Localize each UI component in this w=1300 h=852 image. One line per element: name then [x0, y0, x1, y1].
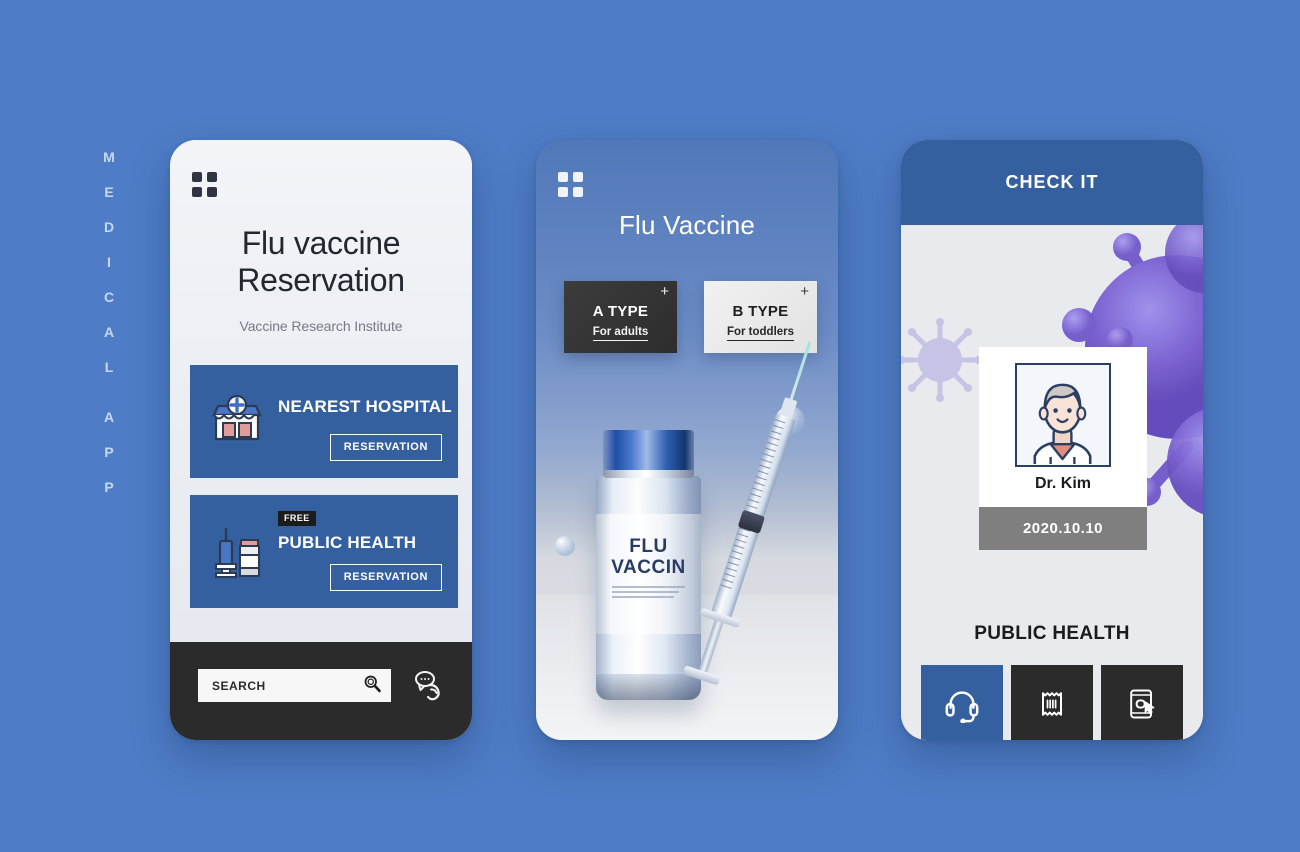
id-card-name: Dr. Kim — [1034, 475, 1091, 492]
phone1-bottom-bar: SEARCH — [170, 642, 472, 740]
page-subtitle: Vaccine Research Institute — [239, 318, 403, 334]
phone3-header: CHECK IT — [901, 140, 1203, 225]
page-title-line2: Reservation — [237, 262, 405, 298]
card-public-health[interactable]: FREE PUBLIC HEALTH RESERVATION — [190, 495, 458, 608]
side-label-letter: I — [107, 254, 111, 270]
side-label-letter: A — [103, 324, 115, 340]
grid-menu-icon[interactable] — [192, 172, 218, 198]
vial-cap — [603, 430, 694, 470]
side-label-letter: E — [104, 184, 114, 200]
reservation-button[interactable]: RESERVATION — [329, 434, 442, 461]
syringe-plunger-rod — [697, 620, 724, 675]
phone3-content: Dr. Kim 2020.10.10 PUBLIC HEALTH — [901, 225, 1203, 740]
vaccine-vial-illustration: FLU VACCIN — [596, 430, 701, 700]
side-label-letter: P — [104, 444, 114, 460]
phone-screen-check-it: CHECK IT Dr. Kim 2020.10.10 PUBLIC HEALT… — [901, 140, 1203, 740]
id-card-body: Dr. Kim — [979, 347, 1147, 507]
receipt-button[interactable] — [1011, 665, 1093, 740]
vial-label-fineprint — [612, 586, 685, 601]
side-label-letter: P — [104, 479, 114, 495]
search-input-value: SEARCH — [212, 678, 266, 693]
type-card-desc: For adults — [564, 326, 677, 341]
type-card-name: A TYPE — [592, 303, 649, 320]
type-card-b[interactable]: + B TYPE For toddlers — [704, 281, 817, 353]
water-droplet-decoration — [555, 536, 575, 556]
vial-label: FLU VACCIN — [596, 514, 701, 634]
vial-label-line2: VACCIN — [611, 557, 686, 578]
search-input[interactable]: SEARCH — [198, 669, 391, 702]
type-card-a[interactable]: + A TYPE For adults — [564, 281, 677, 353]
mobile-touch-icon — [1124, 686, 1160, 727]
action-button-row — [921, 665, 1183, 740]
mobile-touch-button[interactable] — [1101, 665, 1183, 740]
card-nearest-hospital[interactable]: NEAREST HOSPITAL RESERVATION — [190, 365, 458, 478]
section-label: PUBLIC HEALTH — [974, 623, 1130, 644]
side-label-medical-app: M E D I C A L A P P — [96, 150, 122, 515]
phone-screen-vaccine-type: Flu Vaccine + A TYPE For adults + B TYPE… — [536, 140, 838, 740]
phone1-content: Flu vaccine Reservation Vaccine Research… — [170, 140, 472, 642]
card-title: PUBLIC HEALTH — [278, 533, 417, 552]
phone-screen-reservation: Flu vaccine Reservation Vaccine Research… — [170, 140, 472, 740]
page-title: CHECK IT — [1005, 172, 1099, 192]
side-label-letter: M — [103, 149, 115, 165]
side-label-letter: C — [103, 289, 115, 305]
card-title: NEAREST HOSPITAL — [278, 397, 452, 416]
doctor-portrait-icon — [1015, 363, 1111, 468]
search-icon[interactable] — [362, 673, 383, 699]
page-title: Flu vaccine Reservation — [170, 225, 472, 299]
receipt-icon — [1034, 686, 1070, 727]
virus-flat-decoration — [901, 317, 983, 403]
vial-label-line1: FLU — [629, 536, 668, 557]
add-icon[interactable]: + — [660, 284, 669, 299]
page-title-line1: Flu vaccine — [241, 225, 401, 261]
add-icon[interactable]: + — [800, 284, 809, 299]
side-label-letter: L — [104, 359, 114, 375]
type-card-desc: For toddlers — [704, 326, 817, 341]
phone-support-icon[interactable] — [410, 668, 446, 704]
app-mockup-stage: M E D I C A L A P P Flu vaccine Reservat… — [0, 0, 1300, 852]
reservation-button[interactable]: RESERVATION — [329, 564, 442, 591]
hospital-icon — [208, 393, 266, 451]
free-badge: FREE — [278, 511, 316, 526]
headset-icon — [943, 685, 981, 728]
vaccination-id-card[interactable]: Dr. Kim 2020.10.10 — [979, 347, 1147, 550]
type-card-name: B TYPE — [732, 303, 789, 320]
id-card-date: 2020.10.10 — [979, 507, 1147, 550]
syringe-vial-icon — [208, 523, 266, 581]
side-label-letter: A — [103, 409, 115, 425]
side-label-letter: D — [103, 219, 115, 235]
headset-support-button[interactable] — [921, 665, 1003, 740]
grid-menu-icon[interactable] — [558, 172, 584, 198]
page-title: Flu Vaccine — [618, 210, 756, 240]
